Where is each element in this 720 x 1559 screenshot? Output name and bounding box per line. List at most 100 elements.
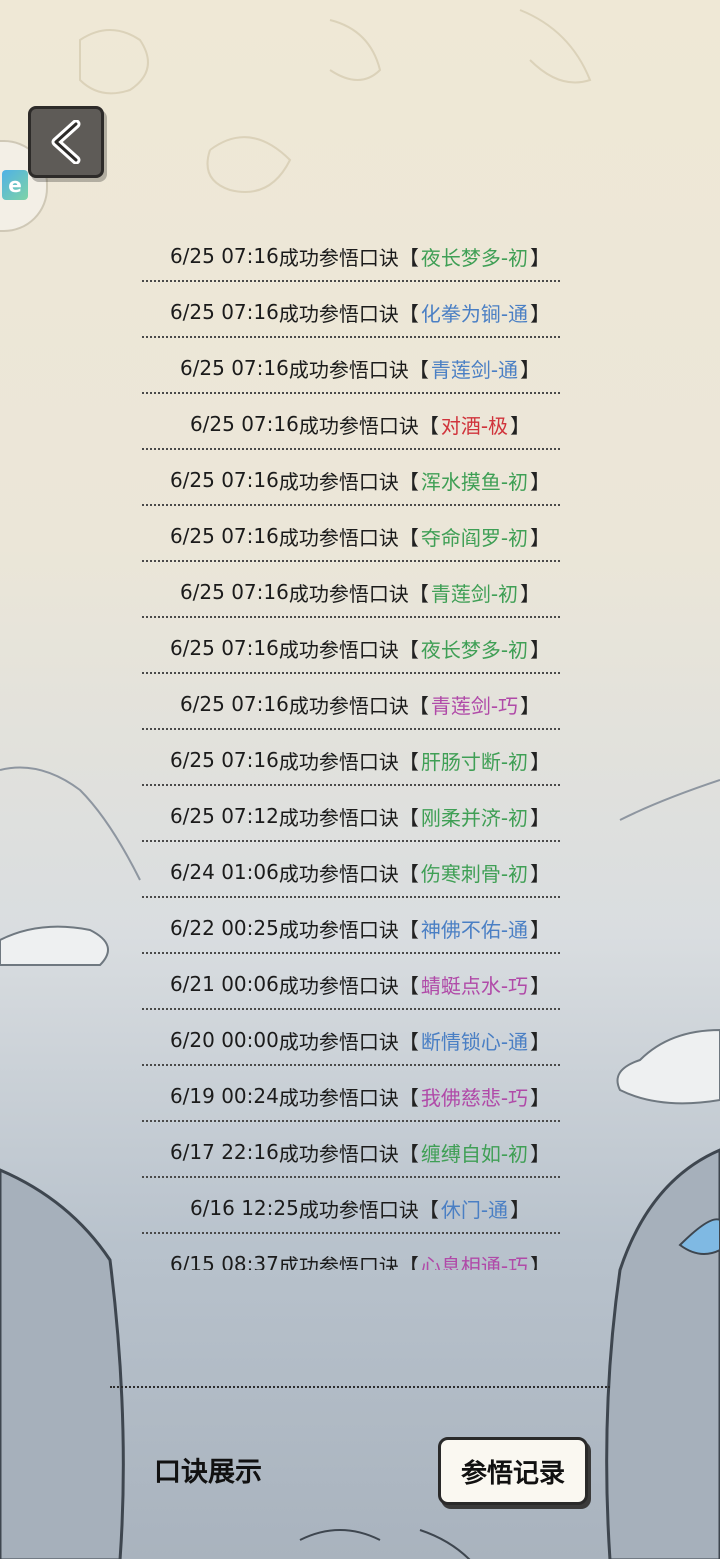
skill-name: 夜长梦多-初 xyxy=(420,245,529,270)
record-text: 成功参悟口诀 xyxy=(278,1029,399,1054)
record-row: 6/19 00:24 成功参悟口诀【我佛慈悲-巧】 xyxy=(110,1068,610,1124)
record-row: 6/25 07:16 成功参悟口诀【对酒-极】 xyxy=(110,396,610,452)
bracket-close: 】 xyxy=(530,525,551,550)
record-row: 6/15 08:37 成功参悟口诀【心息相通-巧】 xyxy=(110,1236,610,1270)
record-row: 6/25 07:16 成功参悟口诀【夜长梦多-初】 xyxy=(110,620,610,676)
record-time: 6/25 07:16 xyxy=(169,524,279,548)
bracket-open: 【 xyxy=(418,1197,439,1222)
bracket-open: 【 xyxy=(398,1253,419,1271)
record-row: 6/25 07:16 成功参悟口诀【肝肠寸断-初】 xyxy=(110,732,610,788)
record-text: 成功参悟口诀 xyxy=(288,357,409,382)
bracket-open: 【 xyxy=(398,245,419,270)
chevron-left-icon xyxy=(51,120,81,164)
back-button[interactable] xyxy=(28,106,104,178)
record-time: 6/15 08:37 xyxy=(169,1252,279,1270)
divider xyxy=(110,1386,610,1388)
bracket-open: 【 xyxy=(398,637,419,662)
bracket-open: 【 xyxy=(398,1141,419,1166)
skill-name: 断情锁心-通 xyxy=(420,1029,529,1054)
record-time: 6/25 07:16 xyxy=(169,244,279,268)
bracket-close: 】 xyxy=(530,861,551,886)
record-time: 6/21 00:06 xyxy=(169,972,279,996)
record-row: 6/25 07:16 成功参悟口诀【夜长梦多-初】 xyxy=(110,228,610,284)
bracket-close: 】 xyxy=(530,917,551,942)
record-time: 6/19 00:24 xyxy=(169,1084,279,1108)
skill-name: 浑水摸鱼-初 xyxy=(420,469,529,494)
record-time: 6/20 00:00 xyxy=(169,1028,279,1052)
record-time: 6/25 07:16 xyxy=(169,636,279,660)
record-text: 成功参悟口诀 xyxy=(298,413,419,438)
record-time: 6/24 01:06 xyxy=(169,860,279,884)
bracket-close: 】 xyxy=(530,637,551,662)
skill-name: 化拳为锏-通 xyxy=(420,301,529,326)
skill-name: 心息相通-巧 xyxy=(420,1253,529,1271)
record-time: 6/25 07:16 xyxy=(169,300,279,324)
bracket-close: 】 xyxy=(530,469,551,494)
record-row: 6/25 07:16 成功参悟口诀【夺命阎罗-初】 xyxy=(110,508,610,564)
record-time: 6/25 07:16 xyxy=(169,748,279,772)
bracket-open: 【 xyxy=(408,693,429,718)
bracket-close: 】 xyxy=(520,357,541,382)
bracket-open: 【 xyxy=(398,1029,419,1054)
bracket-close: 】 xyxy=(520,581,541,606)
record-time: 6/25 07:12 xyxy=(169,804,279,828)
bracket-open: 【 xyxy=(398,973,419,998)
record-time: 6/16 12:25 xyxy=(189,1196,299,1220)
record-time: 6/25 07:16 xyxy=(179,692,289,716)
record-text: 成功参悟口诀 xyxy=(278,525,399,550)
skill-name: 蜻蜓点水-巧 xyxy=(420,973,529,998)
record-text: 成功参悟口诀 xyxy=(278,973,399,998)
record-time: 6/25 07:16 xyxy=(179,356,289,380)
bracket-close: 】 xyxy=(530,245,551,270)
record-row: 6/25 07:12 成功参悟口诀【刚柔并济-初】 xyxy=(110,788,610,844)
record-button[interactable]: 参悟记录 xyxy=(438,1437,588,1505)
record-list[interactable]: 6/25 07:16 成功参悟口诀【夜长梦多-初】 6/25 07:16 成功参悟口诀… xyxy=(110,228,610,1270)
bracket-open: 【 xyxy=(398,861,419,886)
skill-name: 刚柔并济-初 xyxy=(420,805,529,830)
bracket-close: 】 xyxy=(530,1029,551,1054)
record-time: 6/25 07:16 xyxy=(179,580,289,604)
skill-name: 肝肠寸断-初 xyxy=(420,749,529,774)
record-text: 成功参悟口诀 xyxy=(278,917,399,942)
skill-name: 夺命阎罗-初 xyxy=(420,525,529,550)
record-text: 成功参悟口诀 xyxy=(278,637,399,662)
bracket-open: 【 xyxy=(398,301,419,326)
record-text: 成功参悟口诀 xyxy=(278,805,399,830)
record-text: 成功参悟口诀 xyxy=(278,1253,399,1271)
record-time: 6/25 07:16 xyxy=(189,412,299,436)
skill-name: 青莲剑-巧 xyxy=(430,693,519,718)
record-text: 成功参悟口诀 xyxy=(278,1085,399,1110)
record-text: 成功参悟口诀 xyxy=(288,693,409,718)
bracket-open: 【 xyxy=(418,413,439,438)
bracket-open: 【 xyxy=(398,525,419,550)
skill-name: 伤寒刺骨-初 xyxy=(420,861,529,886)
tab-skill-display[interactable]: 口诀展示 xyxy=(154,1450,262,1489)
bracket-open: 【 xyxy=(398,469,419,494)
bracket-close: 】 xyxy=(530,973,551,998)
record-time: 6/22 00:25 xyxy=(169,916,279,940)
record-time: 6/17 22:16 xyxy=(169,1140,279,1164)
skill-name: 我佛慈悲-巧 xyxy=(420,1085,529,1110)
record-row: 6/16 12:25 成功参悟口诀【休门-通】 xyxy=(110,1180,610,1236)
record-text: 成功参悟口诀 xyxy=(278,861,399,886)
bracket-open: 【 xyxy=(398,805,419,830)
bracket-close: 】 xyxy=(520,693,541,718)
bracket-close: 】 xyxy=(530,1141,551,1166)
bracket-open: 【 xyxy=(398,1085,419,1110)
skill-name: 青莲剑-通 xyxy=(430,357,519,382)
skill-name: 缠缚自如-初 xyxy=(420,1141,529,1166)
bracket-open: 【 xyxy=(408,581,429,606)
record-row: 6/25 07:16 成功参悟口诀【青莲剑-通】 xyxy=(110,340,610,396)
record-text: 成功参悟口诀 xyxy=(278,1141,399,1166)
skill-name: 青莲剑-初 xyxy=(430,581,519,606)
bracket-close: 】 xyxy=(530,1085,551,1110)
skill-name: 对酒-极 xyxy=(440,413,509,438)
record-text: 成功参悟口诀 xyxy=(278,301,399,326)
record-row: 6/25 07:16 成功参悟口诀【化拳为锏-通】 xyxy=(110,284,610,340)
record-text: 成功参悟口诀 xyxy=(278,749,399,774)
skill-name: 神佛不佑-通 xyxy=(420,917,529,942)
bracket-close: 】 xyxy=(530,749,551,774)
record-text: 成功参悟口诀 xyxy=(278,469,399,494)
record-text: 成功参悟口诀 xyxy=(288,581,409,606)
bracket-open: 【 xyxy=(398,917,419,942)
